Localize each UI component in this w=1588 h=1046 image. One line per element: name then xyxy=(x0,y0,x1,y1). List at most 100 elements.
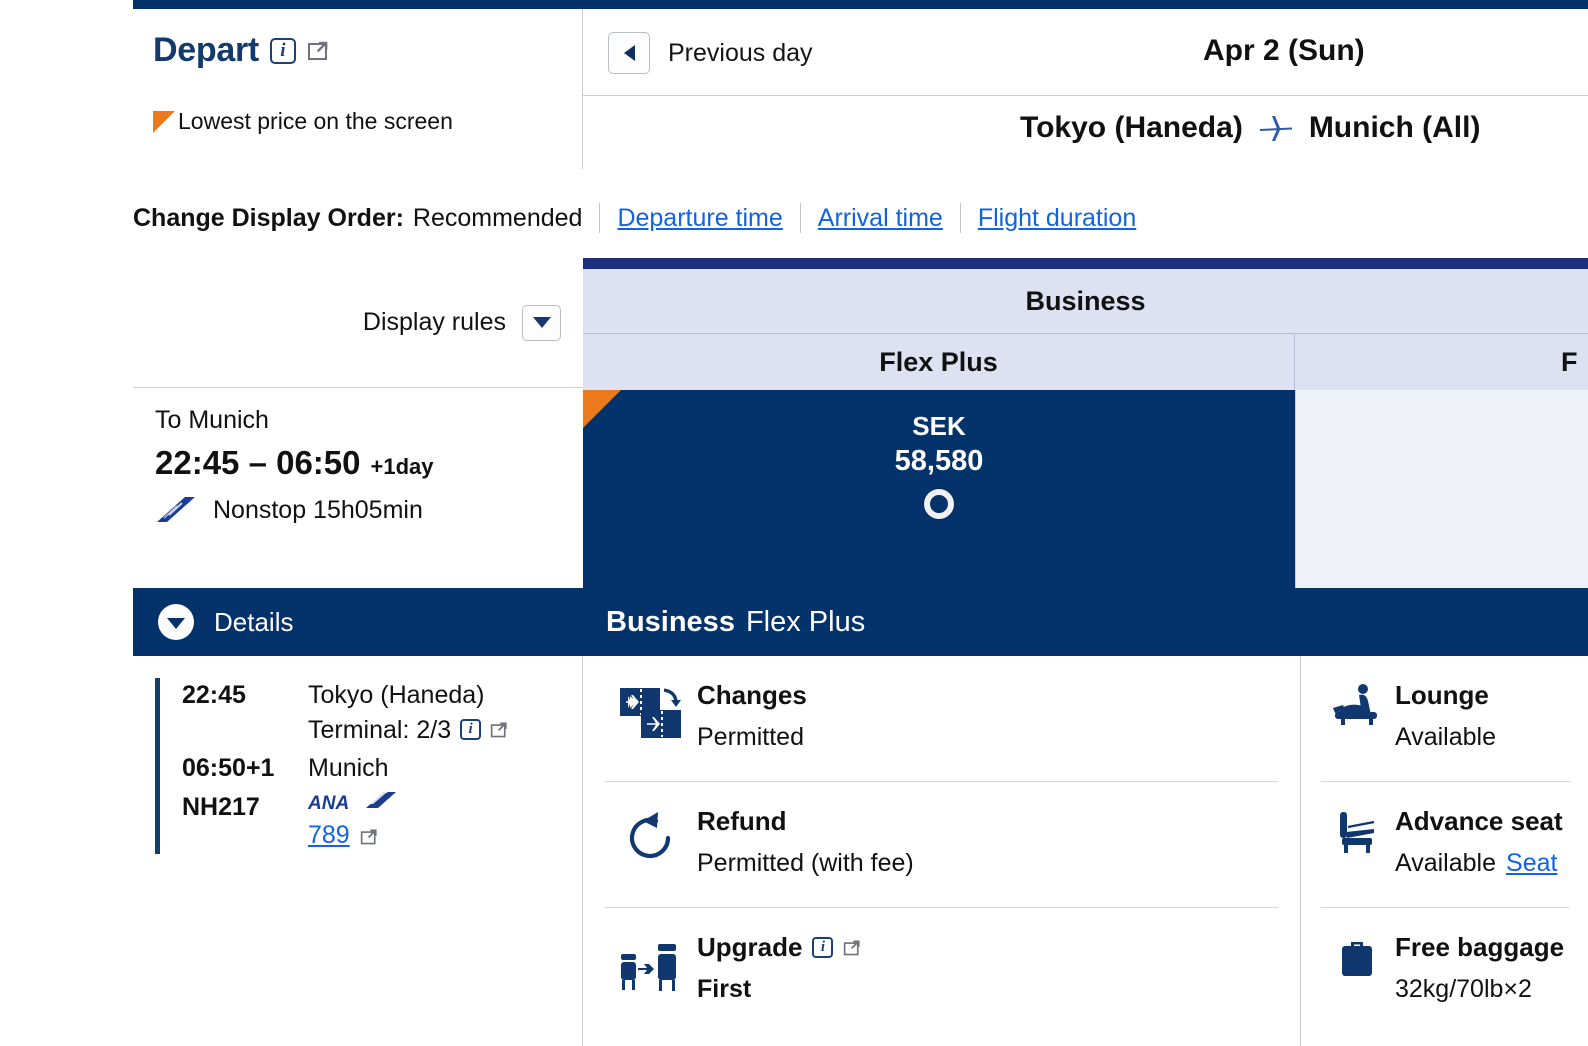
segment-departure-airport: Tokyo (Haneda) xyxy=(308,681,484,709)
selected-brand-bar: Business Flex Plus xyxy=(583,588,1588,656)
fare-attributes-right: Lounge Available Advance seat AvailableS… xyxy=(1300,656,1588,1046)
display-rules-label: Display rules xyxy=(363,308,506,337)
date-nav-row: Previous day Apr 2 (Sun) xyxy=(583,9,1588,96)
attribute-value: Permitted xyxy=(697,723,1278,752)
lowest-price-note: Lowest price on the screen xyxy=(153,108,453,135)
airplane-icon xyxy=(1259,113,1293,143)
segment-terminal: Terminal: 2/3 i xyxy=(308,713,508,748)
display-order-label: Change Display Order: xyxy=(133,204,404,233)
seat-map-link[interactable]: Seat xyxy=(1506,849,1557,877)
external-link-icon[interactable] xyxy=(843,939,861,957)
info-icon[interactable]: i xyxy=(270,38,296,64)
selected-brand-label: Flex Plus xyxy=(746,606,865,639)
flight-segments: 22:45 Tokyo (Haneda) Terminal: 2/3 i 06:… xyxy=(133,656,583,1046)
attribute-lounge: Lounge Available xyxy=(1321,656,1570,782)
sort-departure-time-link[interactable]: Departure time xyxy=(617,204,782,233)
segment-arrival-time: 06:50+1 xyxy=(182,751,308,786)
attribute-value: Available xyxy=(1395,723,1570,752)
aircraft-type-link[interactable]: 789 xyxy=(308,821,350,849)
brand-label: F xyxy=(1561,347,1578,378)
refund-arrow-icon xyxy=(605,806,697,878)
segment-row: 06:50+1 Munich xyxy=(182,751,508,786)
attribute-upgrade: Upgrade i First xyxy=(605,908,1278,1034)
results-header: Depart i Lowest price on the screen Prev… xyxy=(133,9,1588,169)
attribute-title: Free baggage xyxy=(1395,932,1570,963)
price-amount: 58,580 xyxy=(583,443,1295,480)
external-link-icon[interactable] xyxy=(307,40,329,62)
chevron-left-icon[interactable] xyxy=(608,32,650,74)
origin-city: Tokyo (Haneda) xyxy=(1020,111,1243,145)
chevron-down-icon[interactable] xyxy=(522,305,561,341)
previous-day-button[interactable]: Previous day xyxy=(608,32,813,74)
flight-day-offset: +1day xyxy=(371,454,434,480)
details-toggle[interactable]: Details xyxy=(133,588,583,656)
attribute-value: First xyxy=(697,975,1278,1004)
display-order-bar: Change Display Order: Recommended Depart… xyxy=(133,190,1136,246)
fare-attributes-middle: Changes Permitted Refund Permitted (with… xyxy=(583,656,1300,1046)
fare-cell-next[interactable] xyxy=(1295,390,1588,588)
attribute-title: Advance seat xyxy=(1395,806,1570,837)
display-rules-row[interactable]: Display rules xyxy=(133,258,583,388)
selected-cabin-label: Business xyxy=(606,606,735,639)
baggage-icon xyxy=(1321,932,1395,1004)
brand-header-flex-plus: Flex Plus xyxy=(583,334,1295,391)
lowest-price-marker-icon xyxy=(153,111,175,133)
attribute-title: Refund xyxy=(697,806,1278,837)
sort-flight-duration-link[interactable]: Flight duration xyxy=(978,204,1136,233)
fare-cells-row: SEK 58,580 xyxy=(583,390,1588,588)
segment-row: NH217 ANA 789 xyxy=(182,790,508,850)
price-currency: SEK xyxy=(583,410,1295,443)
segment-terminal-label: Terminal: 2/3 xyxy=(308,713,451,748)
attribute-changes: Changes Permitted xyxy=(605,656,1278,782)
flight-stops-duration: Nonstop 15h05min xyxy=(213,496,423,525)
flight-number: NH217 xyxy=(182,790,308,825)
attribute-title: Lounge xyxy=(1395,680,1570,711)
fare-radio-button[interactable] xyxy=(924,489,954,519)
ana-tailfin-icon xyxy=(155,496,197,524)
lounge-icon xyxy=(1321,680,1395,752)
current-date: Apr 2 (Sun) xyxy=(1203,34,1365,68)
date-route-panel: Previous day Apr 2 (Sun) Tokyo (Haneda) … xyxy=(583,9,1588,169)
divider xyxy=(960,203,961,233)
chevron-down-circle-icon[interactable] xyxy=(158,604,194,640)
top-accent-strip xyxy=(133,0,1588,9)
fare-cell-flex-plus[interactable]: SEK 58,580 xyxy=(583,390,1295,588)
attribute-advance-seat: Advance seat AvailableSeat xyxy=(1321,782,1570,908)
details-label: Details xyxy=(214,607,293,638)
flight-stops-row: Nonstop 15h05min xyxy=(155,496,583,525)
depart-title-row: Depart i xyxy=(153,31,329,70)
ana-logo-icon: ANA xyxy=(308,790,404,816)
flight-left-column: Display rules To Munich 22:45 – 06:50 +1… xyxy=(133,258,583,578)
info-icon[interactable]: i xyxy=(460,719,481,740)
divider xyxy=(599,203,600,233)
fare-table-header: Business Flex Plus F xyxy=(583,258,1588,391)
attribute-value: 32kg/70lb×2 xyxy=(1395,975,1570,1004)
attribute-title: Changes xyxy=(697,680,1278,711)
destination-city: Munich (All) xyxy=(1309,111,1481,145)
segment-row: 22:45 Tokyo (Haneda) Terminal: 2/3 i xyxy=(182,678,508,747)
segment-departure-time: 22:45 xyxy=(182,678,308,713)
page-title: Depart xyxy=(153,31,259,70)
external-link-icon[interactable] xyxy=(490,721,508,739)
attribute-title: Upgrade i xyxy=(697,932,1278,963)
seat-upgrade-icon xyxy=(605,932,697,1004)
info-icon[interactable]: i xyxy=(812,937,833,958)
brand-header-row: Flex Plus F xyxy=(583,334,1588,391)
flight-summary: To Munich 22:45 – 06:50 +1day Nonstop 15… xyxy=(133,388,583,578)
sort-arrival-time-link[interactable]: Arrival time xyxy=(818,204,943,233)
lowest-price-label: Lowest price on the screen xyxy=(178,108,453,135)
depart-panel: Depart i Lowest price on the screen xyxy=(133,9,583,169)
attribute-free-baggage: Free baggage 32kg/70lb×2 xyxy=(1321,908,1570,1034)
display-order-current: Recommended xyxy=(413,204,583,233)
flight-times: 22:45 – 06:50 +1day xyxy=(155,444,583,482)
divider xyxy=(800,203,801,233)
brand-header-next: F xyxy=(1295,334,1588,391)
segment-arrival-airport: Munich xyxy=(308,751,389,786)
attribute-value: AvailableSeat xyxy=(1395,849,1570,878)
flight-results-page: Depart i Lowest price on the screen Prev… xyxy=(0,0,1588,1046)
cabin-header: Business xyxy=(583,269,1588,334)
external-link-icon[interactable] xyxy=(360,828,378,846)
fare-header-accent xyxy=(583,258,1588,269)
previous-day-label: Previous day xyxy=(668,39,813,68)
svg-text:ANA: ANA xyxy=(308,793,349,814)
